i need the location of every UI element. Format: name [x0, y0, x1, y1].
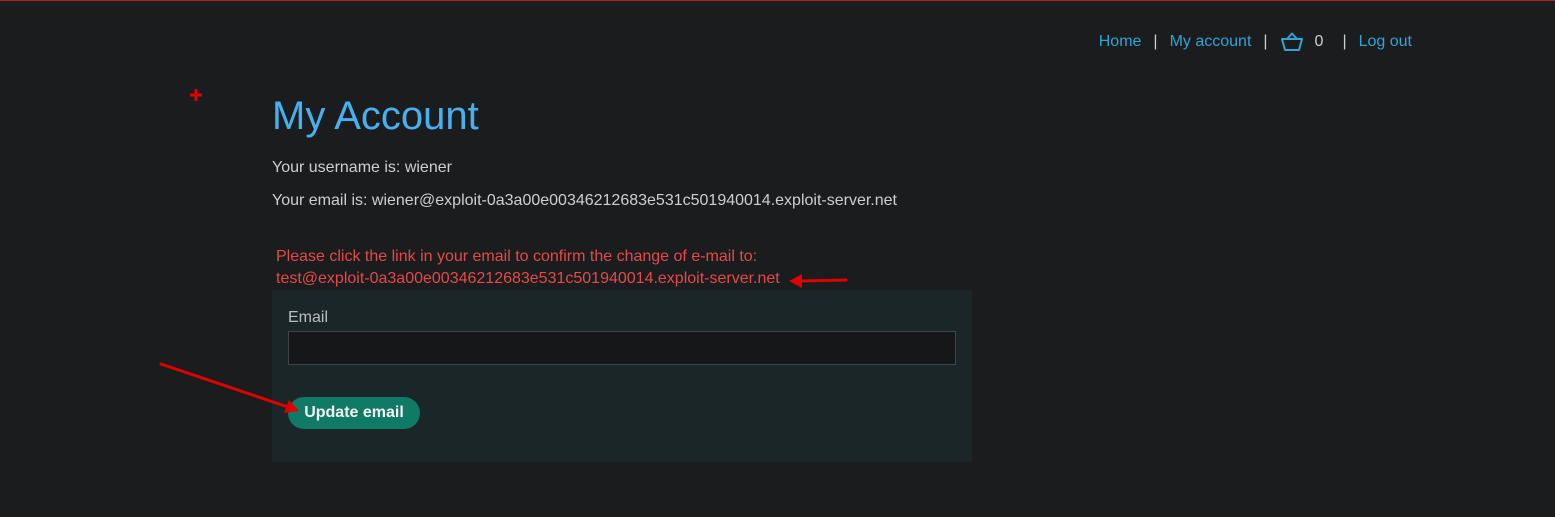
account-content: My Account Your username is: wiener Your… — [272, 93, 972, 462]
notice-message: Please click the link in your email to c… — [276, 248, 758, 265]
email-text: Your email is: wiener@exploit-0a3a00e003… — [272, 192, 897, 209]
email-label: Email — [288, 309, 329, 326]
nav-separator: | — [1153, 33, 1158, 50]
page-title: My Account — [272, 94, 479, 138]
cart-link[interactable]: 0 — [1280, 32, 1331, 52]
nav-separator: | — [1342, 33, 1347, 50]
nav-log-out-link[interactable]: Log out — [1359, 33, 1412, 51]
basket-icon[interactable] — [1280, 32, 1304, 52]
page: Home | My account | 0 | Log out My Accou… — [0, 0, 1555, 517]
cart-count: 0 — [1314, 33, 1324, 50]
email-change-notice: Please click the link in your email to c… — [276, 246, 780, 290]
email-input[interactable] — [288, 331, 956, 365]
nav-home-link[interactable]: Home — [1099, 33, 1142, 51]
change-email-form: Email Update email — [272, 290, 972, 462]
nav-separator: | — [1263, 33, 1268, 50]
update-email-button[interactable]: Update email — [288, 397, 420, 429]
nav-my-account-link[interactable]: My account — [1170, 33, 1252, 51]
notice-new-email: test@exploit-0a3a00e00346212683e531c5019… — [276, 270, 780, 287]
top-navigation: Home | My account | 0 | Log out — [1099, 32, 1412, 52]
annotation-arrow-notice — [789, 274, 848, 288]
crosshair-icon — [190, 89, 202, 101]
username-text: Your username is: wiener — [272, 159, 452, 176]
